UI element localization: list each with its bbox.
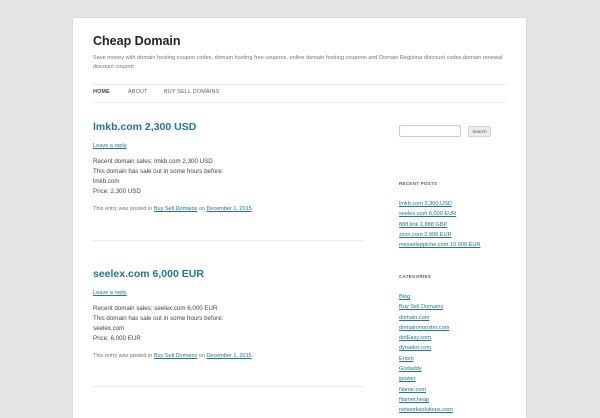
post-line: Recent domain sales: lmkb.com 2,300 USD [93, 158, 213, 165]
page-container: Cheap Domain Save money with domain host… [73, 18, 526, 418]
date-link[interactable]: December 1, 2015 [206, 353, 251, 359]
post-line: Price: 2,300 USD [93, 188, 141, 195]
search-button[interactable]: Search [468, 126, 491, 137]
nav-item-home[interactable]: HOME [93, 89, 128, 95]
post-line: This domain has sale out in some hours b… [93, 168, 224, 175]
post-line: This domain has sale out in some hours b… [93, 315, 224, 322]
recent-posts-list: lmkb.com 2,300 USD seelex.com 6,000 EUR … [399, 201, 480, 252]
site-title[interactable]: Cheap Domain [93, 34, 181, 48]
categories-title: CATEGORIES [399, 274, 432, 279]
category-item[interactable]: domain.com [399, 315, 453, 325]
nav-divider-top [93, 84, 506, 85]
post-line: Price: 6,000 EUR [93, 335, 141, 342]
entry-meta: This entry was posted in Buy Sell Domain… [93, 353, 254, 359]
category-item[interactable]: Blog [399, 294, 453, 304]
post-line: Recent domain sales: seelex.com 6,000 EU… [93, 305, 218, 312]
date-link[interactable]: December 1, 2015 [206, 206, 251, 212]
category-item[interactable]: Enom [399, 356, 453, 366]
category-item[interactable]: Namecheap [399, 397, 453, 407]
entry-meta-prefix: This entry was posted in [93, 353, 153, 359]
leave-reply-link[interactable]: Leave a reply [93, 290, 363, 296]
post-article: lmkb.com 2,300 USD Leave a reply Recent … [93, 121, 363, 212]
post-title[interactable]: lmkb.com 2,300 USD [93, 121, 363, 133]
post-divider [93, 386, 363, 387]
entry-meta-on: on [198, 206, 205, 212]
main-navigation: HOME ABOUT BUY SELL DOMAINS [93, 89, 219, 95]
category-link[interactable]: Buy Sell Domains [154, 206, 197, 212]
category-item[interactable]: ipower [399, 376, 453, 386]
post-line: seelex.com [93, 325, 125, 332]
category-item[interactable]: dynadot.com [399, 345, 453, 355]
recent-post-link[interactable]: seelex.com 6,000 EUR [399, 211, 480, 221]
category-item[interactable]: Godaddy [399, 366, 453, 376]
post-article: seelex.com 6,000 EUR Leave a reply Recen… [93, 268, 363, 359]
post-content: Recent domain sales: lmkb.com 2,300 USD … [93, 157, 363, 197]
entry-meta-on: on [198, 353, 205, 359]
category-item[interactable]: Name.com [399, 387, 453, 397]
post-divider [93, 240, 363, 241]
entry-meta-prefix: This entry was posted in [93, 206, 153, 212]
category-link[interactable]: Buy Sell Domains [154, 353, 197, 359]
post-title[interactable]: seelex.com 6,000 EUR [93, 268, 363, 280]
entry-meta: This entry was posted in Buy Sell Domain… [93, 206, 254, 212]
nav-item-about[interactable]: ABOUT [128, 89, 164, 95]
category-item[interactable]: dotEasy.com [399, 335, 453, 345]
recent-post-link[interactable]: messeleppiche.com 10,000 EUR [399, 242, 480, 252]
recent-posts-title: RECENT POSTS [399, 181, 438, 186]
category-item[interactable]: networksolutions.com [399, 407, 453, 417]
recent-post-link[interactable]: lmkb.com 2,300 USD [399, 201, 480, 211]
nav-item-buy-sell-domains[interactable]: BUY SELL DOMAINS [164, 89, 219, 95]
categories-list: Blog Buy Sell Domains domain.com domainm… [399, 294, 453, 418]
category-item[interactable]: domainmonster.com [399, 325, 453, 335]
search-input[interactable] [399, 125, 461, 137]
leave-reply-link[interactable]: Leave a reply [93, 143, 363, 149]
post-line: lmkb.com [93, 178, 120, 185]
category-item[interactable]: Buy Sell Domains [399, 304, 453, 314]
post-content: Recent domain sales: seelex.com 6,000 EU… [93, 304, 363, 344]
recent-post-link[interactable]: 888.link 1,888 GBP [399, 222, 480, 232]
nav-divider-bottom [93, 102, 506, 103]
recent-post-link[interactable]: zzxn.com 2,900 EUR [399, 232, 480, 242]
site-description: Save money with domain hosting coupon co… [93, 55, 503, 70]
